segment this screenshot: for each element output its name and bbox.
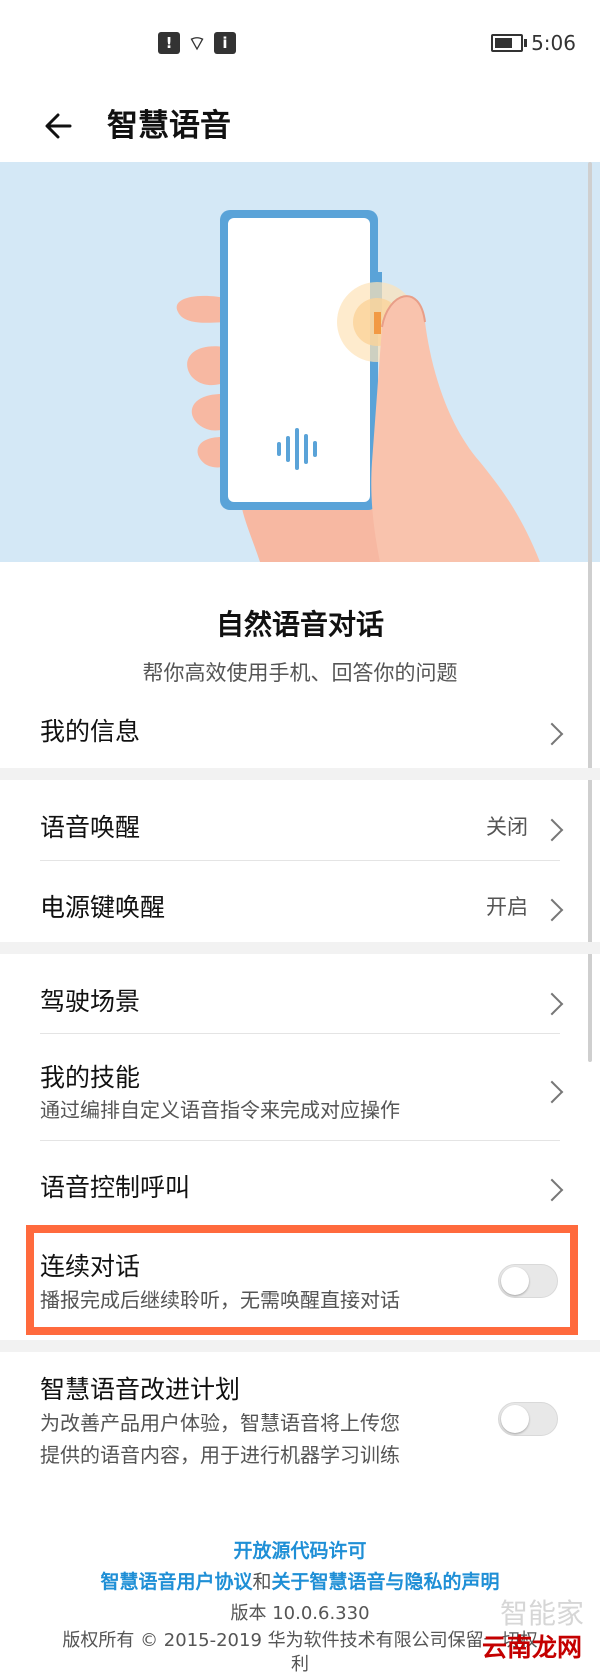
sim-alert-icon: ! [158,32,180,54]
row-my-info[interactable]: 我的信息 [0,700,600,766]
chevron-right-icon [540,818,564,842]
intro-subtitle: 帮你高效使用手机、回答你的问题 [142,661,458,685]
battery-level [495,38,513,48]
chevron-right-icon [540,1080,564,1104]
row-driving[interactable]: 驾驶场景 [0,960,600,1032]
row-skills[interactable]: 我的技能 通过编排自定义语音指令来完成对应操作 [0,1040,600,1140]
row-description-line-2: 提供的语音内容，用于进行机器学习训练 [40,1443,400,1467]
open-source-license-link[interactable]: 开放源代码许可 [0,1536,600,1563]
row-voice-call[interactable]: 语音控制呼叫 [0,1146,600,1218]
page-title: 智慧语音 [107,108,231,144]
info-icon: i [214,32,236,54]
watermark: 云南龙网 [481,1633,582,1662]
user-agreement-link[interactable]: 智慧语音用户协议 [100,1571,252,1593]
chevron-right-icon [540,1178,564,1202]
status-right: 5:06 [491,31,576,55]
and-text: 和 [252,1571,272,1593]
section-gap [0,768,600,780]
hand-holding-phone-illustration [176,210,540,562]
row-value: 开启 [486,895,528,919]
chevron-right-icon [540,992,564,1016]
wifi-icon: ⌔ [187,31,207,55]
divider [40,1033,560,1034]
row-label: 我的信息 [40,717,141,746]
row-label: 我的技能 [40,1063,141,1092]
row-label: 语音唤醒 [40,813,141,842]
battery-icon [491,34,528,52]
agreement-line: 智慧语音用户协议和关于智慧语音与隐私的声明 [0,1567,600,1594]
status-bar: ! ⌔ i 5:06 [0,0,600,90]
row-power-wakeup[interactable]: 电源键唤醒 开启 [0,866,600,938]
row-description: 通过编排自定义语音指令来完成对应操作 [40,1098,400,1122]
highlight-box [26,1225,578,1335]
privacy-statement-link[interactable]: 关于智慧语音与隐私的声明 [272,1571,500,1593]
section-gap [0,942,600,954]
row-label: 智慧语音改进计划 [40,1375,241,1404]
app-bar: 智慧语音 [0,90,600,164]
divider [40,1140,560,1141]
row-improvement-plan: 智慧语音改进计划 为改善产品用户体验，智慧语音将上传您 提供的语音内容，用于进行… [0,1360,600,1480]
hero-illustration [0,162,600,562]
row-label: 电源键唤醒 [40,893,166,922]
divider [40,860,560,861]
status-time: 5:06 [531,31,576,55]
chevron-right-icon [540,898,564,922]
chevron-right-icon [540,722,564,746]
row-description-line-1: 为改善产品用户体验，智慧语音将上传您 [40,1411,400,1435]
back-button[interactable] [40,106,80,146]
row-value: 关闭 [486,815,528,839]
status-icons: ! ⌔ i [158,32,236,54]
row-voice-wakeup[interactable]: 语音唤醒 关闭 [0,786,600,858]
watermark-faded: 智能家 [499,1597,584,1630]
intro-title: 自然语音对话 [215,608,384,641]
improvement-plan-toggle[interactable] [498,1402,558,1436]
section-gap [0,1340,600,1352]
back-arrow-icon [45,113,72,139]
row-label: 驾驶场景 [40,987,141,1016]
row-label: 语音控制呼叫 [40,1173,191,1202]
